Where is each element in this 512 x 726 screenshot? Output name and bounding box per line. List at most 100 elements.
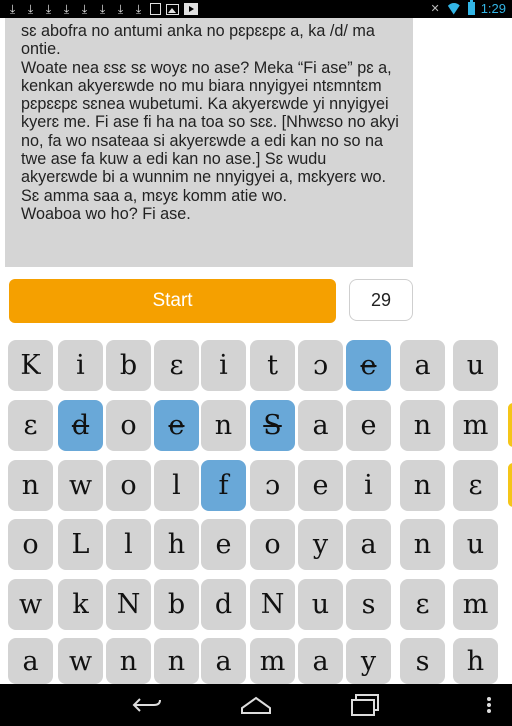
letter-tile[interactable]: K: [8, 340, 53, 391]
letter-tile[interactable]: t: [250, 340, 295, 391]
letter-tile-label: ɔ: [312, 350, 329, 381]
letter-tile[interactable]: ɛ: [154, 340, 199, 391]
letter-tile[interactable]: n: [154, 638, 199, 684]
letter-tile[interactable]: n: [400, 460, 445, 511]
letter-tile[interactable]: u: [298, 579, 343, 630]
wifi-icon: [446, 3, 462, 15]
letter-tile[interactable]: e: [201, 519, 246, 570]
letter-tile-label: u: [466, 350, 485, 381]
back-icon[interactable]: [132, 695, 162, 715]
home-icon[interactable]: [240, 696, 272, 714]
letter-tile-label: f: [218, 470, 229, 501]
letter-tile[interactable]: ɛ: [8, 400, 53, 451]
instruction-panel[interactable]: sɛ abofra no antumi anka no pɛpɛɛpɛ a, k…: [5, 18, 413, 267]
letter-tile[interactable]: f: [201, 460, 246, 511]
letter-tile[interactable]: a: [346, 519, 391, 570]
letter-tile-label: s: [361, 589, 376, 620]
letter-tile-label: a: [22, 645, 39, 677]
letter-tile[interactable]: b: [154, 579, 199, 630]
letter-tile[interactable]: e: [346, 400, 391, 451]
offscreen-tile[interactable]: [508, 403, 512, 447]
letter-tile-label: b: [167, 589, 186, 620]
film-icon: [184, 3, 198, 15]
letter-tile[interactable]: d: [58, 400, 103, 451]
letter-tile[interactable]: e: [298, 460, 343, 511]
letter-tile[interactable]: s: [346, 579, 391, 630]
letter-tile[interactable]: y: [298, 519, 343, 570]
letter-tile[interactable]: a: [298, 638, 343, 684]
recent-apps-icon[interactable]: [349, 694, 381, 716]
letter-tile[interactable]: a: [201, 638, 246, 684]
letter-tile[interactable]: s: [400, 638, 445, 684]
letter-tile-label: n: [214, 410, 233, 441]
letter-tile[interactable]: i: [58, 340, 103, 391]
letter-tile[interactable]: a: [298, 400, 343, 451]
letter-tile-label: k: [72, 589, 89, 620]
instruction-text: sɛ abofra no antumi anka no pɛpɛɛpɛ a, k…: [21, 22, 399, 223]
letter-tile[interactable]: i: [201, 340, 246, 391]
letter-tile[interactable]: d: [201, 579, 246, 630]
letter-tile[interactable]: h: [154, 519, 199, 570]
download-icon: ⤓: [99, 2, 106, 16]
letter-tile[interactable]: N: [106, 579, 151, 630]
letter-tile[interactable]: b: [106, 340, 151, 391]
letter-tile[interactable]: u: [453, 519, 498, 570]
letter-tile[interactable]: o: [106, 460, 151, 511]
clock: 1:29: [480, 1, 506, 16]
letter-tile[interactable]: a: [400, 340, 445, 391]
letter-tile[interactable]: u: [453, 340, 498, 391]
letter-tile[interactable]: ɛ: [453, 460, 498, 511]
letter-tile-label: s: [415, 645, 430, 677]
letter-tile[interactable]: n: [106, 638, 151, 684]
offscreen-tile[interactable]: [508, 463, 512, 507]
letter-tile-label: N: [116, 589, 141, 620]
menu-icon[interactable]: [486, 696, 492, 714]
letter-tile-label: i: [76, 350, 85, 381]
letter-tile[interactable]: o: [8, 519, 53, 570]
letter-tile[interactable]: ɛ: [400, 579, 445, 630]
letter-tile[interactable]: e: [346, 340, 391, 391]
status-bar: ⤓ ⤓ ⤓ ⤓ ⤓ ⤓ ⤓ ⤓ ✕ 1:29: [0, 0, 512, 18]
system-icons: ✕ 1:29: [430, 0, 506, 16]
download-icon: ⤓: [9, 2, 16, 16]
letter-tile[interactable]: n: [8, 460, 53, 511]
letter-tile-label: e: [168, 410, 185, 441]
start-button[interactable]: Start: [9, 279, 336, 323]
letter-tile[interactable]: l: [106, 519, 151, 570]
letter-tile-label: d: [214, 589, 233, 620]
letter-tile-label: L: [71, 529, 90, 560]
letter-tile[interactable]: k: [58, 579, 103, 630]
letter-tile-label: i: [219, 350, 228, 381]
sim-card-icon: [150, 3, 161, 15]
letter-tile[interactable]: y: [346, 638, 391, 684]
letter-tile[interactable]: o: [250, 519, 295, 570]
letter-tile[interactable]: o: [106, 400, 151, 451]
letter-tile[interactable]: ɔ: [250, 460, 295, 511]
letter-tile[interactable]: m: [250, 638, 295, 684]
letter-tile-label: y: [312, 529, 329, 560]
letter-tile[interactable]: w: [58, 460, 103, 511]
letter-tile[interactable]: m: [453, 579, 498, 630]
letter-tile[interactable]: m: [453, 400, 498, 451]
letter-tile[interactable]: N: [250, 579, 295, 630]
letter-tile[interactable]: a: [8, 638, 53, 684]
letter-tile-label: b: [119, 350, 138, 381]
letter-tile[interactable]: L: [58, 519, 103, 570]
letter-tile[interactable]: w: [58, 638, 103, 684]
letter-tile[interactable]: n: [400, 400, 445, 451]
letter-tile[interactable]: l: [154, 460, 199, 511]
letter-tile-label: n: [413, 529, 432, 560]
letter-tile[interactable]: e: [154, 400, 199, 451]
letter-tile[interactable]: i: [346, 460, 391, 511]
letter-tile[interactable]: h: [453, 638, 498, 684]
letter-tile-label: n: [167, 645, 186, 677]
letter-tile[interactable]: n: [400, 519, 445, 570]
letter-tile-label: e: [312, 470, 329, 501]
letter-tile[interactable]: S: [250, 400, 295, 451]
letter-tile[interactable]: w: [8, 579, 53, 630]
letter-tile-label: a: [360, 529, 377, 560]
letter-tile[interactable]: n: [201, 400, 246, 451]
letter-tile-label: o: [22, 529, 39, 560]
letter-tile-label: ɛ: [415, 589, 430, 620]
letter-tile[interactable]: ɔ: [298, 340, 343, 391]
